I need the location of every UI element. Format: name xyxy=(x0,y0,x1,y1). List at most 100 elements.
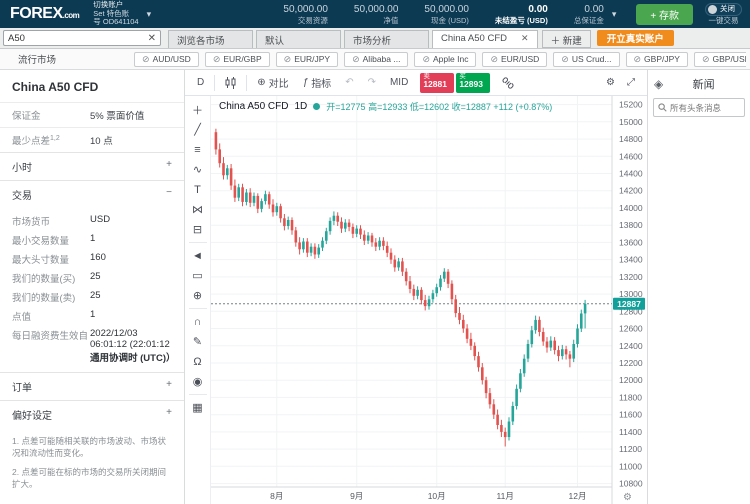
chart-area: ＋╱≡∿T⋈⊟ ◄▭⊕ ∩✎Ω◉ ▦ China A50 CFD 1D 开=12775… xyxy=(185,96,647,504)
mid-price-toggle[interactable]: MID xyxy=(384,75,414,90)
interval-button[interactable]: D xyxy=(191,75,210,90)
xabcd-pattern-icon[interactable]: ⋈ xyxy=(188,200,208,219)
instrument-search[interactable]: ✕ xyxy=(3,30,161,46)
watchlist-chip[interactable]: ⊘AUD/USD xyxy=(134,52,199,67)
trend-line-icon[interactable]: ╱ xyxy=(188,120,208,139)
svg-text:13800: 13800 xyxy=(619,220,643,230)
long-position-icon[interactable]: ⊟ xyxy=(188,220,208,239)
remove-drawings-icon[interactable]: ▦ xyxy=(188,398,208,417)
zoom-in-icon[interactable]: ⊕ xyxy=(188,286,208,305)
stat-value: 50,000.00 xyxy=(424,4,469,16)
close-tab-icon[interactable]: ✕ xyxy=(521,33,529,44)
trading-info-row: 我们的数量(买)25 xyxy=(0,268,184,287)
sell-button[interactable]: 卖12881 xyxy=(420,73,454,93)
row-label: 点值 xyxy=(12,309,90,323)
fib-retracement-icon[interactable]: ≡ xyxy=(188,140,208,159)
drawing-mode-icon[interactable]: ✎ xyxy=(188,332,208,351)
toolbar-divider xyxy=(189,242,207,243)
chart-style-button[interactable] xyxy=(219,75,242,91)
chart-settings-gear-icon[interactable]: ⚙ xyxy=(600,75,621,90)
crosshair-icon[interactable]: ＋ xyxy=(188,100,208,119)
spread-footnotes: 1. 点差可能随相关联的市场波动、市场状况和流动性而变化。 2. 点差可能在标的… xyxy=(0,428,184,490)
expand-icon: + xyxy=(166,159,172,174)
section-orders[interactable]: 订单 + xyxy=(0,372,184,400)
workspace-tab[interactable]: 市场分析 xyxy=(344,30,429,48)
account-chevron-icon[interactable]: ▾ xyxy=(147,9,152,20)
top-header: FOREX.com 切换账户 Set 特色账 号 OD641104 ▾ 50,0… xyxy=(0,0,750,28)
undo-button[interactable]: ↶ xyxy=(339,75,359,90)
row-label: 我们的数量(买) xyxy=(12,271,90,285)
news-panel: ◈ 新闻 xyxy=(647,70,750,504)
svg-text:12400: 12400 xyxy=(619,341,643,351)
legend-ohlc: 开=12775 高=12933 低=12602 收=12887 +112 (+0… xyxy=(326,100,552,113)
search-input[interactable] xyxy=(8,33,148,44)
section-trading[interactable]: 交易 − xyxy=(0,180,184,208)
svg-text:11600: 11600 xyxy=(619,410,642,420)
watchlist-chip[interactable]: ⊘Alibaba ... xyxy=(344,52,408,67)
workspace-tab[interactable]: 浏览各市场 xyxy=(168,30,253,48)
svg-text:9月: 9月 xyxy=(350,491,363,501)
svg-text:14600: 14600 xyxy=(619,151,643,161)
header-stat: 50,000.00净值 xyxy=(354,4,399,25)
chip-label: AUD/USD xyxy=(153,54,191,64)
news-search-input[interactable] xyxy=(670,103,740,113)
tab-active-instrument[interactable]: China A50 CFD ✕ xyxy=(432,30,538,48)
open-live-account-button[interactable]: 开立真实账户 xyxy=(597,30,674,46)
section-preferences[interactable]: 偏好设定 + xyxy=(0,400,184,428)
expand-icon: + xyxy=(166,407,172,422)
redo-button[interactable]: ↷ xyxy=(362,75,382,90)
buy-button[interactable]: 买12893 xyxy=(456,73,490,93)
svg-text:11月: 11月 xyxy=(497,491,514,501)
popular-markets-label: 流行市场 xyxy=(18,52,56,66)
svg-text:11400: 11400 xyxy=(619,427,642,437)
watchlist-chip[interactable]: ⊘EUR/USD xyxy=(482,52,547,67)
balance-chevron-icon[interactable]: ▾ xyxy=(612,9,617,20)
legend-interval[interactable]: 1D xyxy=(294,101,307,112)
watchlist-chip[interactable]: ⊘GBP/JPY xyxy=(626,52,688,67)
text-tool-icon[interactable]: T xyxy=(188,180,208,199)
section-hours[interactable]: 小时 + xyxy=(0,152,184,180)
watchlist-chip[interactable]: ⊘EUR/GBP xyxy=(205,52,270,67)
stat-label: 总保证金 xyxy=(574,16,604,25)
watchlist-chip[interactable]: ⊘GBP/USD xyxy=(694,52,746,67)
compare-button[interactable]: ⊕对比 xyxy=(251,73,294,92)
hide-drawings-icon[interactable]: ◉ xyxy=(188,372,208,391)
lock-drawings-icon[interactable]: Ω xyxy=(188,352,208,371)
layers-icon[interactable]: ◈ xyxy=(654,77,663,91)
magnet-icon[interactable]: ∩ xyxy=(188,312,208,331)
market-closed-icon: ⊘ xyxy=(352,54,360,65)
svg-text:14200: 14200 xyxy=(619,186,643,196)
market-closed-icon: ⊘ xyxy=(702,54,710,65)
news-search[interactable] xyxy=(653,98,745,117)
fullscreen-icon[interactable]: ⤢ xyxy=(621,75,641,90)
deposit-button[interactable]: + 存款 xyxy=(636,4,693,25)
clear-search-icon[interactable]: ✕ xyxy=(148,33,156,44)
measure-icon[interactable]: ▭ xyxy=(188,266,208,285)
toggle-knob-icon xyxy=(708,5,717,14)
chart-panel: D ⊕对比 ƒ指标 ↶ ↷ MID 卖12881 买12893 xyxy=(185,70,647,504)
watchlist-chip[interactable]: ⊘EUR/JPY xyxy=(276,52,338,67)
header-stat: 50,000.00现金 (USD) xyxy=(424,4,469,25)
market-closed-icon: ⊘ xyxy=(634,54,642,65)
account-switcher[interactable]: 切换账户 Set 特色账 号 OD641104 xyxy=(93,1,138,27)
chip-label: US Crud... xyxy=(572,54,612,64)
svg-text:13000: 13000 xyxy=(619,289,643,299)
svg-text:12月: 12月 xyxy=(569,491,587,501)
legend-symbol: China A50 CFD xyxy=(219,101,288,112)
row-label: 每日融资费生效自 xyxy=(12,328,90,364)
brush-icon[interactable]: ∿ xyxy=(188,160,208,179)
link-icon[interactable] xyxy=(496,75,520,91)
candlestick-chart[interactable]: 1520015000148001460014400142001400013800… xyxy=(211,96,646,504)
watchlist-chip[interactable]: ⊘US Crud... xyxy=(553,52,619,67)
market-closed-icon: ⊘ xyxy=(422,54,430,65)
cursor-arrow-icon[interactable]: ◄ xyxy=(188,246,208,265)
workspace-tab[interactable]: 默认 xyxy=(256,30,341,48)
header-stat: 0.00总保证金 xyxy=(574,4,604,25)
popular-markets-bar: 流行市场 ⊘AUD/USD⊘EUR/GBP⊘EUR/JPY⊘Alibaba ..… xyxy=(0,49,750,70)
one-click-toggle[interactable]: 关闭 xyxy=(705,3,742,16)
new-tab-button[interactable]: ＋ 新建 xyxy=(542,30,591,48)
indicators-button[interactable]: ƒ指标 xyxy=(297,73,338,92)
row-value: USD xyxy=(90,214,172,228)
watchlist-chip[interactable]: ⊘Apple Inc xyxy=(414,52,476,67)
chart-toolbar: D ⊕对比 ƒ指标 ↶ ↷ MID 卖12881 买12893 xyxy=(185,70,647,96)
